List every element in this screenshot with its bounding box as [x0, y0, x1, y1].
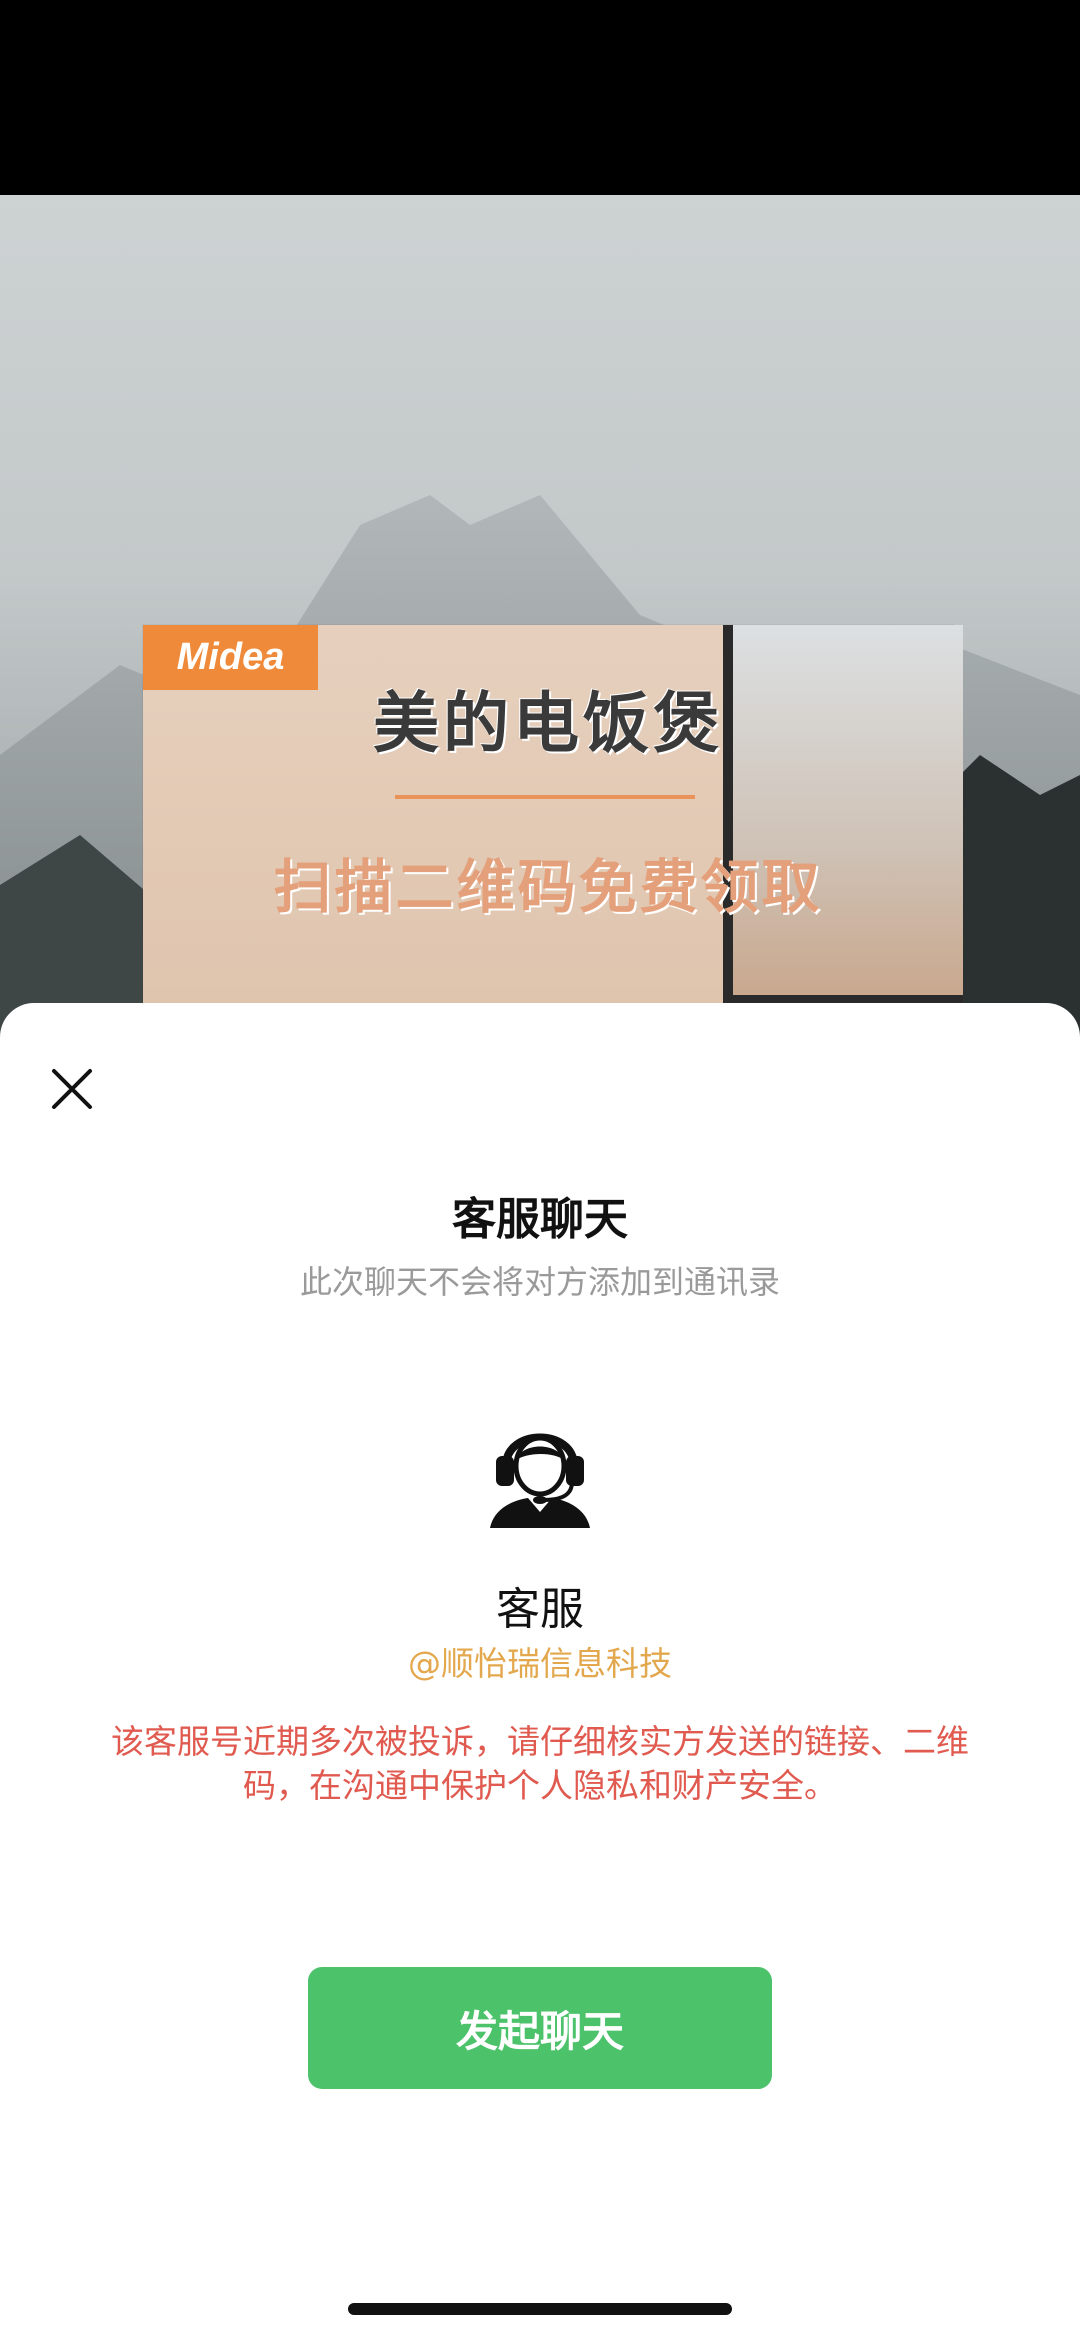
- close-button[interactable]: [40, 1057, 104, 1121]
- ad-title: 美的电饭煲: [373, 685, 723, 762]
- sheet-title: 客服聊天: [452, 1194, 628, 1245]
- company-name[interactable]: @顺怡瑞信息科技: [0, 1637, 1080, 1685]
- promo-ad-card: Midea 美的电饭煲 扫描二维码免费领取: [143, 625, 963, 1030]
- start-chat-button[interactable]: 发起聊天: [308, 1967, 772, 2089]
- ad-subtitle: 扫描二维码免费领取: [273, 853, 823, 921]
- close-icon: [52, 1069, 92, 1109]
- customer-service-avatar: [484, 1408, 596, 1528]
- background-image: Midea 美的电饭煲 扫描二维码免费领取: [0, 195, 1080, 1035]
- status-bar-area: [0, 0, 1080, 195]
- ad-divider: [395, 795, 695, 799]
- chat-bottom-sheet: 客服聊天 此次聊天不会将对方添加到通讯录 客服 @顺怡瑞信息科技 该客服号近期多…: [0, 1003, 1080, 2336]
- sheet-subtitle: 此次聊天不会将对方添加到通讯录: [299, 1263, 780, 1301]
- customer-service-headset-icon: [490, 1433, 590, 1528]
- complaint-warning: 该客服号近期多次被投诉，请仔细核实方发送的链接、二维码，在沟通中保护个人隐私和财…: [111, 1722, 969, 1805]
- agent-name: 客服: [496, 1584, 584, 1635]
- home-indicator: [348, 2303, 732, 2315]
